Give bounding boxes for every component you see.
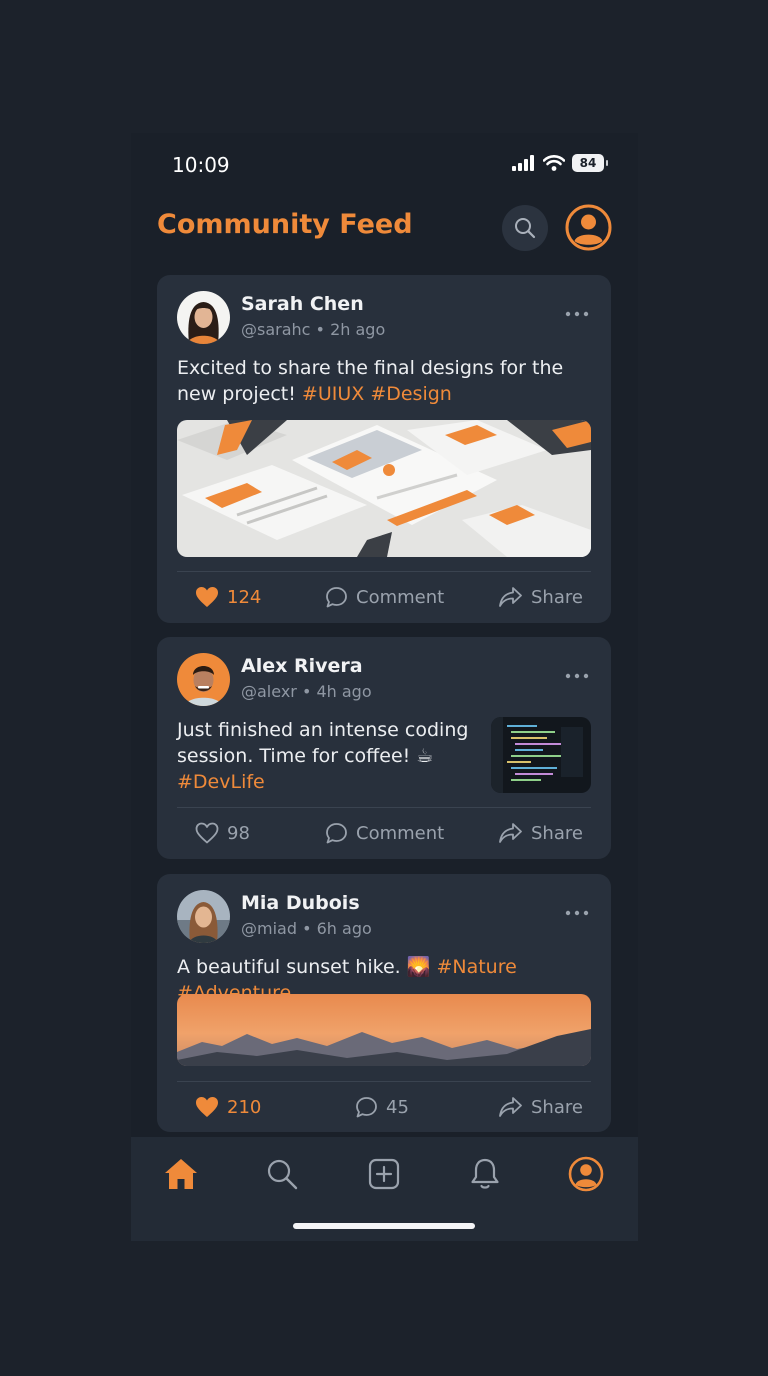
author-meta: @alexr • 4h ago [241,682,372,701]
nav-search[interactable] [262,1154,302,1194]
comment-icon [356,1096,377,1117]
share-button[interactable]: Share [498,572,583,622]
status-bar: 10:09 84 [131,133,638,195]
share-icon [499,1097,522,1117]
post-body: A beautiful sunset hike. 🌄 [177,956,437,978]
author-meta: @sarahc • 2h ago [241,320,386,339]
status-time: 10:09 [172,153,230,177]
post-hashtags[interactable]: #DevLife [177,771,265,793]
comment-count: 45 [386,1096,409,1118]
search-icon [267,1159,298,1190]
comment-icon [326,586,347,607]
add-post-icon [368,1158,400,1190]
author-name[interactable]: Sarah Chen [241,293,364,315]
post-thumbnail[interactable] [491,717,591,793]
heart-outline-icon [195,822,219,844]
post-image[interactable] [177,994,591,1066]
post-text: Excited to share the final designs for t… [177,355,597,407]
share-icon [499,823,522,843]
header-profile-button[interactable] [565,204,612,251]
avatar[interactable] [177,890,230,943]
post-actions: 98 Comment Share [177,808,591,858]
avatar[interactable] [177,291,230,344]
post-card: Sarah Chen @sarahc • 2h ago Excited to s… [157,275,611,623]
post-hashtags[interactable]: #UIUX #Design [302,383,452,405]
profile-icon [568,1156,604,1192]
comment-icon [326,822,347,843]
cellular-signal-icon [512,155,534,171]
nav-create-post[interactable] [364,1154,404,1194]
comment-label: Comment [356,822,445,844]
share-button[interactable]: Share [498,808,583,858]
avatar[interactable] [177,653,230,706]
comment-button[interactable]: Comment [325,808,444,858]
more-options-icon[interactable] [565,309,589,319]
more-options-icon[interactable] [565,671,589,681]
heart-filled-icon [196,587,218,607]
post-card: Mia Dubois @miad • 6h ago A beautiful su… [157,874,611,1132]
share-label: Share [531,586,583,608]
author-name[interactable]: Alex Rivera [241,655,363,677]
bell-icon [471,1158,499,1189]
post-body: Just finished an intense coding session.… [177,719,469,767]
comment-button[interactable]: 45 [355,1082,409,1132]
post-text: Just finished an intense coding session.… [177,717,477,795]
page-title: Community Feed [157,209,413,240]
wifi-icon [543,155,565,171]
comment-label: Comment [356,586,445,608]
post-card: Alex Rivera @alexr • 4h ago Just finishe… [157,637,611,859]
profile-icon [565,204,612,251]
battery-indicator: 84 [572,154,608,172]
post-actions: 124 Comment Share [177,572,591,622]
like-count: 98 [227,822,250,844]
header-search-button[interactable] [502,205,548,251]
heart-filled-icon [196,1097,218,1117]
nav-profile[interactable] [566,1154,606,1194]
nav-notifications[interactable] [465,1154,505,1194]
like-button[interactable]: 210 [195,1082,261,1132]
search-icon [515,218,536,239]
like-count: 210 [227,1096,262,1118]
home-icon [165,1159,197,1189]
nav-home[interactable] [161,1154,201,1194]
like-button[interactable]: 124 [195,572,261,622]
share-button[interactable]: Share [498,1082,583,1132]
share-icon [499,587,522,607]
share-label: Share [531,1096,583,1118]
author-name[interactable]: Mia Dubois [241,892,360,914]
post-actions: 210 45 Share [177,1082,591,1132]
like-count: 124 [227,586,262,608]
home-indicator[interactable] [293,1223,475,1229]
comment-button[interactable]: Comment [325,572,444,622]
share-label: Share [531,822,583,844]
phone-screen: 10:09 84 Community Feed Sarah Chen @sara… [131,133,638,1241]
author-meta: @miad • 6h ago [241,919,372,938]
post-image[interactable] [177,420,591,557]
battery-level: 84 [579,156,597,170]
status-icons: 84 [512,154,608,172]
like-button[interactable]: 98 [195,808,250,858]
bottom-nav [131,1137,638,1241]
more-options-icon[interactable] [565,908,589,918]
